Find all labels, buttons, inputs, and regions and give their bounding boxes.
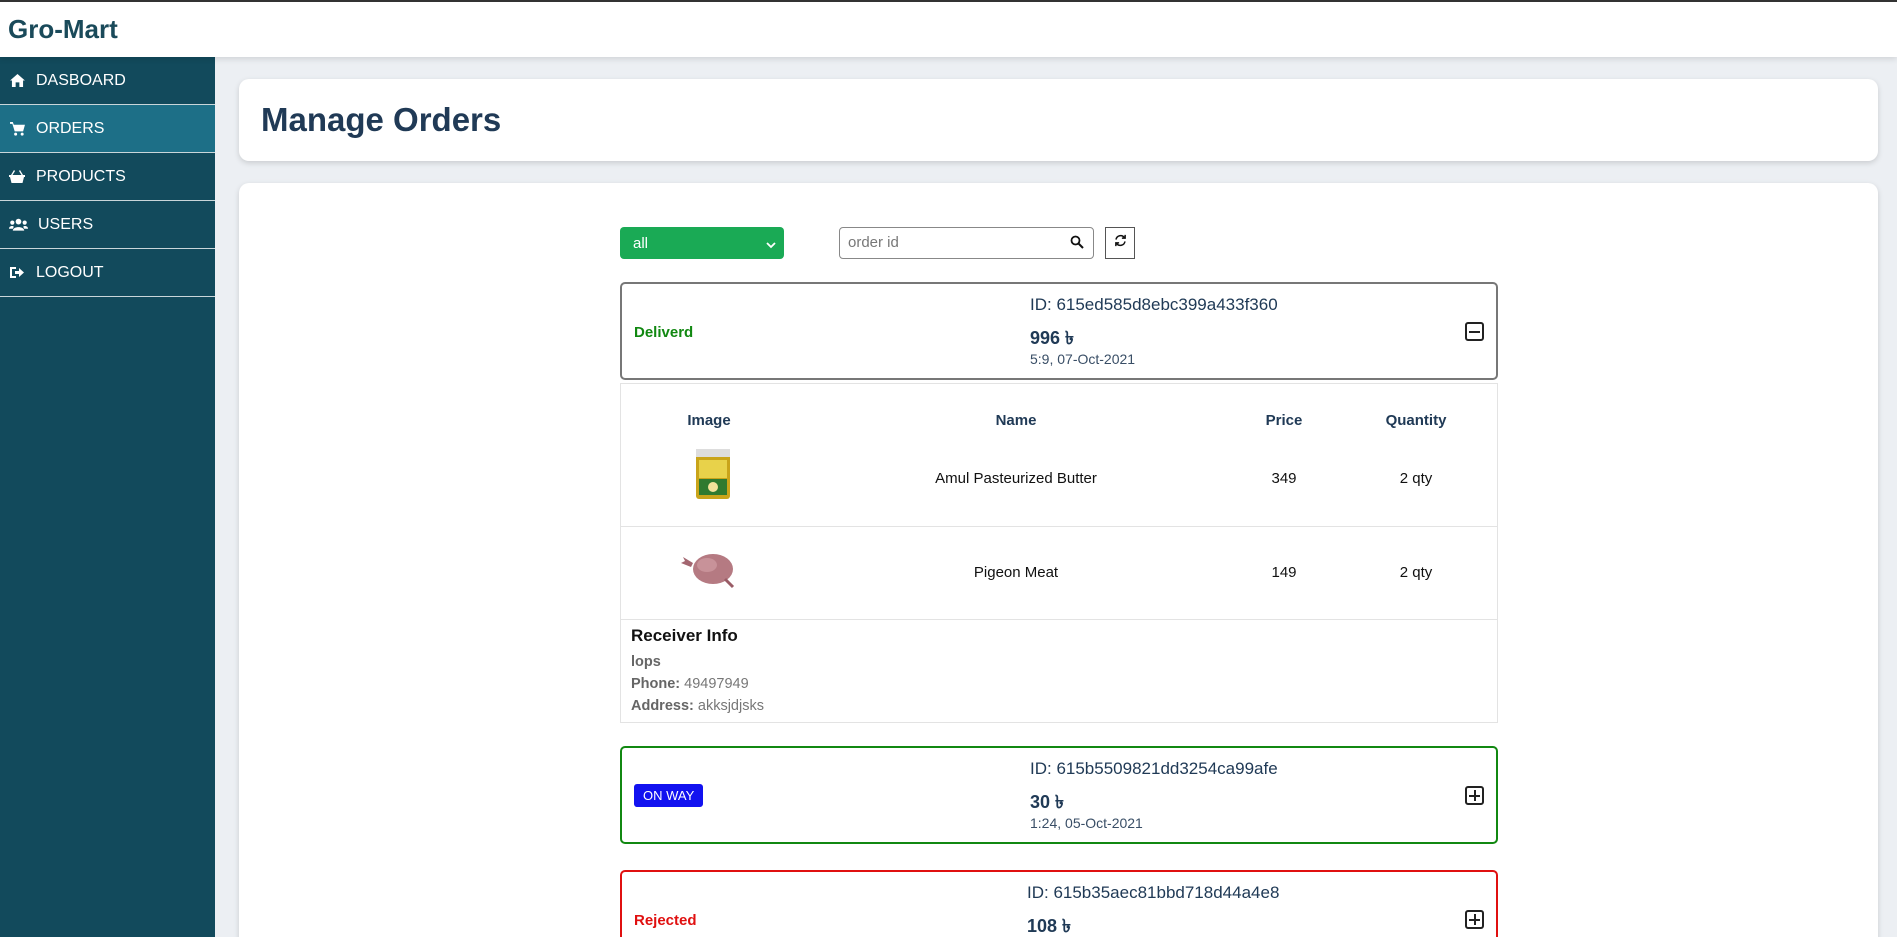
- search-input[interactable]: [848, 234, 1048, 251]
- users-icon: [8, 218, 28, 231]
- column-header-name: Name: [995, 412, 1037, 429]
- product-price: 349: [1271, 470, 1297, 487]
- sidebar: DASBOARD ORDERS PRODUCTS USERS LOGOUT: [0, 57, 215, 937]
- order-date: 5:9, 07-Oct-2021: [1030, 351, 1136, 367]
- logout-icon: [8, 266, 26, 279]
- receiver-address: akksjdjsks: [697, 698, 764, 714]
- order-id: ID: 615b35aec81bbd718d44a4e8: [1027, 883, 1280, 902]
- table-row: Pigeon Meat 149 2 qty: [621, 526, 1497, 619]
- sidebar-item-logout[interactable]: LOGOUT: [0, 249, 215, 297]
- product-name: Pigeon Meat: [973, 564, 1059, 581]
- home-icon: [8, 74, 26, 87]
- receiver-name: lops: [631, 654, 661, 670]
- brand-logo[interactable]: Gro-Mart: [8, 14, 118, 45]
- phone-label: Phone:: [631, 676, 681, 692]
- sidebar-item-users[interactable]: USERS: [0, 201, 215, 249]
- collapse-toggle-icon[interactable]: [1465, 322, 1484, 341]
- basket-icon: [8, 170, 26, 183]
- order-date: 1:24, 05-Oct-2021: [1030, 815, 1143, 831]
- product-quantity: 2 qty: [1399, 564, 1433, 581]
- order-search-box: [839, 227, 1094, 259]
- top-bar: Gro-Mart: [0, 0, 1897, 57]
- refresh-button[interactable]: [1105, 227, 1135, 259]
- sidebar-item-dashboard[interactable]: DASBOARD: [0, 57, 215, 105]
- sidebar-item-products[interactable]: PRODUCTS: [0, 153, 215, 201]
- order-card[interactable]: Rejected ID: 615b35aec81bbd718d44a4e8 10…: [620, 870, 1498, 937]
- butter-jar-image: [691, 443, 735, 503]
- receiver-phone: 49497949: [684, 676, 749, 692]
- order-card[interactable]: Deliverd ID: 615ed585d8ebc399a433f360 99…: [620, 282, 1498, 380]
- page-title: Manage Orders: [261, 101, 502, 138]
- pigeon-meat-image: [681, 545, 741, 591]
- receiver-info: Receiver Info lops Phone: 49497949 Addre…: [631, 626, 764, 720]
- sidebar-item-label: DASBOARD: [36, 71, 126, 89]
- product-price: 149: [1271, 564, 1297, 581]
- order-status-badge: ON WAY: [634, 784, 704, 807]
- address-label: Address:: [631, 698, 694, 714]
- sidebar-item-label: LOGOUT: [36, 263, 104, 281]
- status-filter-select[interactable]: all: [620, 227, 784, 259]
- receiver-info-title: Receiver Info: [631, 626, 738, 645]
- refresh-icon: [1114, 234, 1127, 252]
- expand-toggle-icon[interactable]: [1465, 910, 1484, 929]
- order-status-text: Deliverd: [634, 324, 694, 341]
- sidebar-item-orders[interactable]: ORDERS: [0, 105, 215, 153]
- column-header-price: Price: [1265, 412, 1303, 429]
- divider: [621, 619, 1497, 620]
- column-header-quantity: Quantity: [1385, 412, 1447, 429]
- order-details: Image Name Price Quantity Amul Pasteuriz…: [620, 383, 1498, 723]
- chevron-down-icon: [766, 236, 776, 253]
- product-name: Amul Pasteurized Butter: [935, 470, 1097, 487]
- status-filter-value: all: [633, 235, 649, 252]
- sidebar-item-label: ORDERS: [36, 119, 105, 137]
- expand-toggle-icon[interactable]: [1465, 786, 1484, 805]
- order-total: 108 ৳: [1027, 916, 1071, 936]
- sidebar-item-label: USERS: [38, 215, 94, 233]
- order-id: ID: 615ed585d8ebc399a433f360: [1030, 295, 1278, 314]
- order-status-text: Rejected: [634, 912, 697, 929]
- sidebar-item-label: PRODUCTS: [36, 167, 126, 185]
- table-row: Amul Pasteurized Butter 349 2 qty: [621, 433, 1497, 526]
- cart-icon: [8, 121, 26, 136]
- order-card[interactable]: ON WAY ID: 615b5509821dd3254ca99afe 30 ৳…: [620, 746, 1498, 844]
- order-id: ID: 615b5509821dd3254ca99afe: [1030, 759, 1278, 778]
- search-icon[interactable]: [1070, 235, 1084, 254]
- page-header-card: Manage Orders: [239, 79, 1878, 161]
- column-header-image: Image: [687, 412, 731, 429]
- product-quantity: 2 qty: [1399, 470, 1433, 487]
